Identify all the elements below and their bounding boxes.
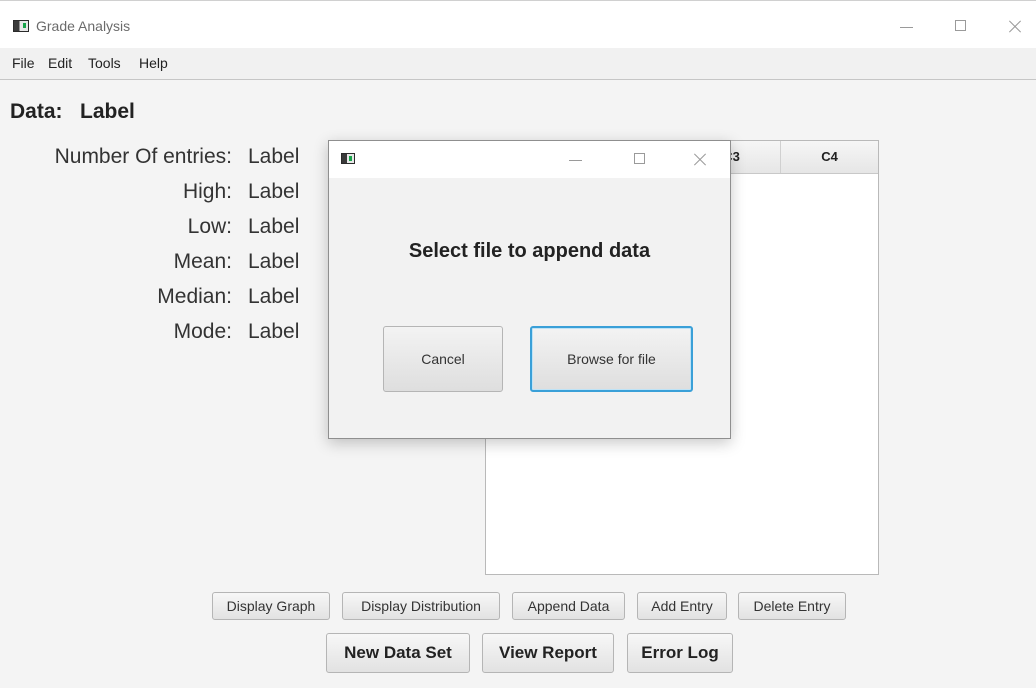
menu-tools[interactable]: Tools xyxy=(88,55,121,71)
window-title: Grade Analysis xyxy=(36,18,131,34)
stat-value-median: Label xyxy=(248,285,300,308)
dialog-message: Select file to append data xyxy=(408,240,651,262)
data-title: Data: Label xyxy=(10,100,135,123)
cancel-button[interactable]: Cancel xyxy=(383,326,503,392)
append-data-button[interactable]: Append Data xyxy=(512,592,625,620)
menu-help[interactable]: Help xyxy=(139,55,168,71)
dialog-maximize-icon[interactable] xyxy=(625,146,655,174)
main-window: Grade Analysis File Edit Tools Help Data… xyxy=(0,0,1036,688)
stat-value-entries: Label xyxy=(248,145,300,168)
stat-label-entries: Number Of entries: xyxy=(54,145,232,168)
title-bar: Grade Analysis xyxy=(0,1,1036,48)
dialog-close-icon[interactable] xyxy=(685,146,715,174)
dialog-app-icon xyxy=(341,153,355,164)
stat-value-mean: Label xyxy=(248,250,300,273)
stat-label-median: Median: xyxy=(157,285,232,308)
column-header-c4[interactable]: C4 xyxy=(780,141,878,173)
error-log-button[interactable]: Error Log xyxy=(627,633,733,673)
app-icon xyxy=(13,20,29,32)
stat-value-mode: Label xyxy=(248,320,300,343)
stat-label-mean: Mean: xyxy=(173,250,232,273)
display-distribution-button[interactable]: Display Distribution xyxy=(342,592,500,620)
display-graph-button[interactable]: Display Graph xyxy=(212,592,330,620)
stat-value-high: Label xyxy=(248,180,300,203)
stat-value-low: Label xyxy=(248,215,300,238)
stat-label-high: High: xyxy=(182,180,232,203)
close-icon[interactable] xyxy=(1000,13,1030,41)
add-entry-button[interactable]: Add Entry xyxy=(637,592,727,620)
menu-bar: File Edit Tools Help xyxy=(0,48,1036,80)
append-data-dialog: Select file to append data Cancel Browse… xyxy=(328,140,731,439)
menu-file[interactable]: File xyxy=(12,55,35,71)
minimize-icon[interactable] xyxy=(892,13,922,41)
maximize-icon[interactable] xyxy=(946,13,976,41)
stat-label-mode: Mode: xyxy=(173,320,232,343)
view-report-button[interactable]: View Report xyxy=(482,633,614,673)
browse-for-file-button[interactable]: Browse for file xyxy=(530,326,693,392)
dialog-title-bar xyxy=(329,141,730,178)
menu-edit[interactable]: Edit xyxy=(48,55,72,71)
dialog-minimize-icon xyxy=(561,146,591,174)
stat-label-low: Low: xyxy=(187,215,232,238)
new-data-set-button[interactable]: New Data Set xyxy=(326,633,470,673)
delete-entry-button[interactable]: Delete Entry xyxy=(738,592,846,620)
